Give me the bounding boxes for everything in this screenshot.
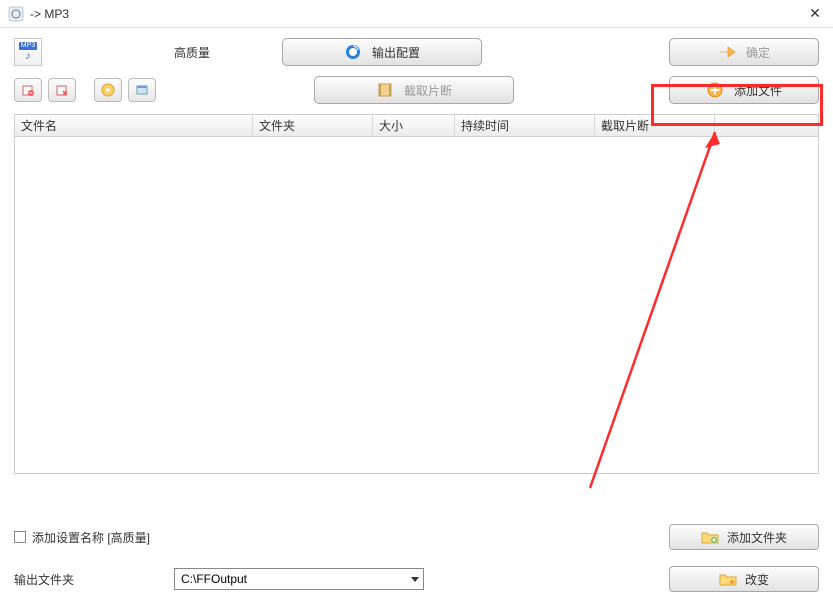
table-body[interactable] <box>15 137 818 473</box>
toolbar-row-2: 截取片断 添加文件 <box>0 72 833 114</box>
clip-button[interactable]: 截取片断 <box>314 76 514 104</box>
tool-button-1[interactable] <box>14 78 42 102</box>
col-duration[interactable]: 持续时间 <box>455 115 595 136</box>
add-folder-label: 添加文件夹 <box>727 529 787 546</box>
output-config-button[interactable]: 输出配置 <box>282 38 482 66</box>
change-label: 改变 <box>745 571 769 588</box>
play-button[interactable] <box>94 78 122 102</box>
file-table: 文件名 文件夹 大小 持续时间 截取片断 <box>14 114 819 474</box>
tool-button-2[interactable] <box>48 78 76 102</box>
col-clip[interactable]: 截取片断 <box>595 115 715 136</box>
chevron-down-icon <box>411 577 419 582</box>
add-settings-checkbox-wrap[interactable]: 添加设置名称 [高质量] <box>14 529 150 546</box>
output-config-label: 输出配置 <box>372 44 420 61</box>
col-folder[interactable]: 文件夹 <box>253 115 373 136</box>
add-settings-label: 添加设置名称 [高质量] <box>32 529 150 546</box>
title-bar: -> MP3 ✕ <box>0 0 833 28</box>
folder-open-icon <box>719 572 737 586</box>
plus-icon <box>706 81 724 99</box>
film-icon <box>376 81 394 99</box>
col-filename[interactable]: 文件名 <box>15 115 253 136</box>
clip-label: 截取片断 <box>404 82 452 99</box>
toolbar-row-1: MP3 ♪ 高质量 输出配置 确定 <box>0 28 833 72</box>
folder-plus-icon <box>701 530 719 544</box>
format-badge-mp3[interactable]: MP3 ♪ <box>14 38 42 66</box>
checkbox-icon <box>14 531 26 543</box>
table-header: 文件名 文件夹 大小 持续时间 截取片断 <box>15 115 818 137</box>
ok-label: 确定 <box>746 44 770 61</box>
play-icon <box>101 83 115 97</box>
add-folder-button[interactable]: 添加文件夹 <box>669 524 819 550</box>
window-title: -> MP3 <box>30 7 805 21</box>
output-folder-combo[interactable]: C:\FFOutput <box>174 568 424 590</box>
arrow-right-icon <box>718 43 736 61</box>
add-file-label: 添加文件 <box>734 82 782 99</box>
quality-label: 高质量 <box>132 44 252 61</box>
add-file-button[interactable]: 添加文件 <box>669 76 819 104</box>
gear-icon <box>344 43 362 61</box>
window-icon <box>135 83 149 97</box>
col-spacer <box>715 115 818 136</box>
change-button[interactable]: 改变 <box>669 566 819 592</box>
close-button[interactable]: ✕ <box>805 5 825 22</box>
delete-icon <box>55 83 69 97</box>
view-button[interactable] <box>128 78 156 102</box>
col-size[interactable]: 大小 <box>373 115 455 136</box>
ok-button[interactable]: 确定 <box>669 38 819 66</box>
bottom-panel: 添加设置名称 [高质量] 添加文件夹 输出文件夹 C:\FFOutput 改变 <box>14 522 819 594</box>
format-tag: MP3 <box>19 42 37 50</box>
output-folder-label: 输出文件夹 <box>14 571 164 588</box>
music-note-icon: ♪ <box>25 50 31 62</box>
output-folder-value: C:\FFOutput <box>181 572 247 586</box>
remove-icon <box>21 83 35 97</box>
app-icon <box>8 6 24 22</box>
